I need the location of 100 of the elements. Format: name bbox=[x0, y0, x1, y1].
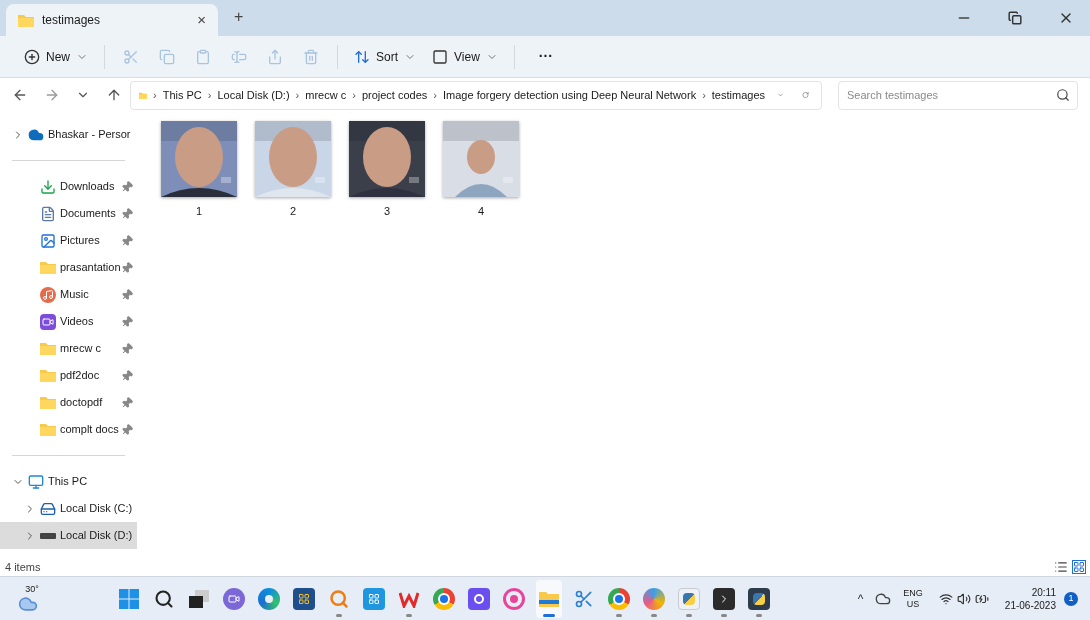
video-icon bbox=[40, 313, 56, 330]
windows-logo-icon bbox=[119, 588, 139, 609]
address-bar[interactable]: › This PC › Local Disk (D:) › mrecw c › project codes › Image forgery detection using Deep Neural Network › testimages bbox=[130, 80, 822, 110]
sidebar-item[interactable]: mrecw c bbox=[0, 335, 137, 362]
toolbar-button[interactable]: New bbox=[16, 40, 96, 73]
sort-icon bbox=[354, 48, 370, 65]
sidebar-item[interactable]: Bhaskar - Persor bbox=[0, 121, 137, 148]
breadcrumb-separator: › bbox=[153, 87, 157, 103]
breadcrumb[interactable]: Image forgery detection using Deep Neural Network bbox=[443, 86, 697, 104]
document-icon bbox=[40, 205, 56, 222]
file-name[interactable]: 2 bbox=[289, 203, 297, 220]
file-name[interactable]: 1 bbox=[195, 203, 203, 220]
language-indicator[interactable]: ENG US bbox=[903, 587, 923, 610]
view-icon bbox=[432, 48, 449, 65]
app-icon bbox=[468, 587, 490, 610]
download-icon bbox=[40, 178, 56, 195]
breadcrumb[interactable]: Local Disk (D:) bbox=[217, 86, 290, 104]
sidebar-item[interactable]: Local Disk (D:) bbox=[0, 522, 137, 549]
back-icon[interactable] bbox=[12, 87, 28, 103]
copy-icon bbox=[159, 48, 175, 65]
sidebar-label: doctopdf bbox=[60, 395, 104, 411]
folder-icon bbox=[40, 261, 56, 274]
temperature[interactable]: 30° bbox=[25, 583, 39, 594]
paste-icon bbox=[195, 48, 211, 65]
tiles-view-icon[interactable] bbox=[1072, 560, 1086, 574]
folder-icon bbox=[40, 342, 56, 355]
sidebar-item[interactable]: pdf2doc bbox=[0, 362, 137, 389]
breadcrumb-separator: › bbox=[207, 87, 212, 103]
folder-icon bbox=[40, 369, 56, 382]
sidebar-item[interactable]: Local Disk (C:) bbox=[0, 495, 137, 522]
sidebar-label: This PC bbox=[48, 474, 89, 490]
video-chat-icon bbox=[223, 587, 245, 610]
sidebar-label: prasantation bbox=[60, 260, 121, 276]
sidebar-item[interactable]: Downloads bbox=[0, 173, 137, 200]
sidebar-item[interactable]: Pictures bbox=[0, 227, 137, 254]
breadcrumb[interactable]: testimages bbox=[711, 86, 765, 104]
terminal-icon bbox=[713, 587, 735, 610]
forward-icon[interactable] bbox=[44, 87, 60, 103]
notification-badge[interactable]: 1 bbox=[1064, 591, 1078, 606]
picture-icon bbox=[40, 232, 56, 249]
search-icon bbox=[1056, 87, 1070, 102]
wifi-icon[interactable] bbox=[938, 591, 953, 606]
up-icon[interactable] bbox=[106, 87, 122, 103]
chrome-icon bbox=[433, 587, 455, 610]
sidebar-label: pdf2doc bbox=[60, 368, 101, 384]
drive-icon bbox=[40, 532, 56, 539]
sidebar-label: complt docs bbox=[60, 422, 120, 438]
share-icon bbox=[267, 48, 283, 65]
details-view-icon[interactable] bbox=[1054, 560, 1068, 574]
close-tab-button[interactable]: × bbox=[197, 8, 206, 32]
folder-icon bbox=[40, 396, 56, 409]
sidebar-item[interactable]: doctopdf bbox=[0, 389, 137, 416]
sidebar-item[interactable]: This PC bbox=[0, 468, 137, 495]
sidebar-item[interactable]: complt docs bbox=[0, 416, 137, 443]
file-name[interactable]: 3 bbox=[383, 203, 391, 220]
sidebar-label: Downloads bbox=[60, 179, 116, 195]
breadcrumb-separator: › bbox=[352, 87, 356, 103]
python-file-icon bbox=[678, 587, 700, 610]
tab-title: testimages bbox=[42, 12, 102, 29]
breadcrumb-separator: › bbox=[295, 87, 300, 103]
toolbar-button[interactable]: View bbox=[424, 40, 506, 73]
breadcrumb-separator: › bbox=[702, 87, 706, 103]
sidebar-label: Videos bbox=[60, 314, 95, 330]
breadcrumb-separator: › bbox=[433, 87, 437, 103]
sidebar-label: Bhaskar - Persor bbox=[48, 127, 132, 143]
breadcrumb[interactable]: This PC bbox=[162, 86, 202, 104]
folder-icon bbox=[40, 423, 56, 436]
plus-circle-icon bbox=[24, 48, 40, 65]
breadcrumb[interactable]: mrecw c bbox=[305, 86, 347, 104]
calendar-icon bbox=[363, 587, 385, 610]
sidebar-label: Local Disk (D:) bbox=[60, 528, 133, 544]
new-tab-button[interactable]: + bbox=[234, 5, 244, 29]
sidebar-label: Music bbox=[60, 287, 90, 303]
sidebar-item[interactable]: Music bbox=[0, 281, 137, 308]
store-icon bbox=[293, 587, 315, 610]
tab[interactable]: testimages × bbox=[6, 4, 218, 36]
delete-icon bbox=[303, 48, 319, 65]
browser-icon bbox=[258, 587, 280, 610]
chrome-icon bbox=[608, 587, 630, 610]
search-icon bbox=[154, 588, 174, 609]
sidebar-item[interactable]: Videos bbox=[0, 308, 137, 335]
python-editor-icon bbox=[748, 587, 770, 610]
search-field[interactable]: Search testimages bbox=[838, 80, 1078, 110]
tray-overflow[interactable]: ^ bbox=[857, 589, 864, 608]
breadcrumb[interactable]: project codes bbox=[361, 86, 428, 104]
restore-icon[interactable] bbox=[1008, 11, 1022, 25]
task-view-icon bbox=[189, 589, 209, 608]
rename-icon bbox=[231, 48, 247, 65]
app-icon bbox=[503, 587, 525, 610]
magnifier-icon bbox=[328, 587, 350, 610]
sidebar-label: mrecw c bbox=[60, 341, 102, 357]
volume-icon[interactable] bbox=[956, 591, 971, 606]
folder-icon bbox=[18, 13, 34, 27]
file-name[interactable]: 4 bbox=[477, 203, 485, 220]
sidebar-item[interactable]: Documents bbox=[0, 200, 137, 227]
sidebar-label: Documents bbox=[60, 206, 117, 222]
sidebar-item[interactable]: prasantation bbox=[0, 254, 137, 281]
toolbar-button[interactable]: Sort bbox=[346, 40, 425, 73]
clock[interactable]: 20:11 21-06-2023 bbox=[1004, 585, 1056, 612]
toolbar-button[interactable]: ··· bbox=[522, 40, 569, 73]
